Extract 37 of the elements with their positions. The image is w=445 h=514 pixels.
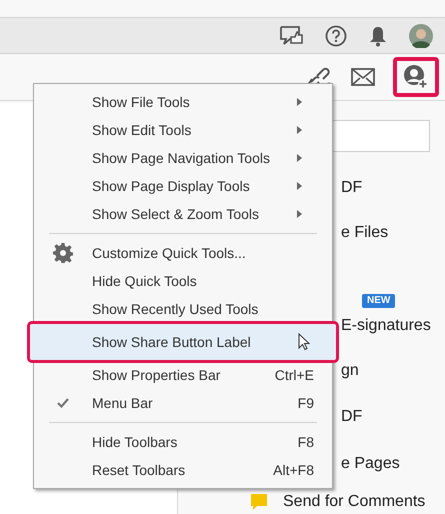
tool-label[interactable]: E-signatures bbox=[341, 314, 431, 338]
menu-item[interactable]: Customize Quick Tools... bbox=[34, 239, 332, 267]
mail-icon[interactable] bbox=[351, 68, 375, 86]
tool-label[interactable]: gn bbox=[341, 359, 359, 383]
avatar-icon[interactable] bbox=[409, 24, 433, 48]
menu-item[interactable]: Show Edit Tools bbox=[34, 116, 332, 144]
notification-bell-icon[interactable] bbox=[369, 24, 387, 46]
share-button[interactable] bbox=[393, 57, 439, 97]
shortcut-label: Ctrl+E bbox=[274, 366, 315, 384]
menu-item[interactable]: Show Recently Used Tools bbox=[34, 295, 332, 323]
menu-item[interactable]: Show Page Navigation Tools bbox=[34, 144, 332, 172]
help-icon[interactable] bbox=[325, 24, 347, 46]
shortcut-label: F9 bbox=[298, 394, 315, 412]
menu-item[interactable]: Reset Toolbars Alt+F8 bbox=[34, 456, 332, 484]
menu-item[interactable]: Menu Bar F9 bbox=[34, 389, 332, 417]
tool-label[interactable]: DF bbox=[341, 405, 362, 429]
gear-icon bbox=[53, 243, 73, 263]
tool-label[interactable]: e Files bbox=[341, 221, 388, 245]
add-user-icon bbox=[403, 64, 429, 90]
checkmark-icon bbox=[57, 398, 69, 408]
search-field[interactable] bbox=[330, 120, 430, 152]
menu-item[interactable]: Show Properties Bar Ctrl+E bbox=[34, 361, 332, 389]
menu-item[interactable]: Show Select & Zoom Tools bbox=[34, 200, 332, 228]
mouse-cursor-icon bbox=[298, 333, 310, 351]
menu-item[interactable]: Show Page Display Tools bbox=[34, 172, 332, 200]
comment-icon bbox=[249, 492, 269, 512]
tool-label[interactable]: e Pages bbox=[341, 452, 400, 476]
menu-item[interactable]: Hide Toolbars F8 bbox=[34, 428, 332, 456]
shortcut-label: Alt+F8 bbox=[273, 460, 315, 480]
feedback-icon[interactable] bbox=[279, 24, 303, 46]
tool-label[interactable]: DF bbox=[341, 176, 362, 200]
menu-item[interactable]: Show File Tools bbox=[34, 88, 332, 116]
new-badge: NEW bbox=[362, 294, 396, 308]
menu-item[interactable]: Show Share Button Label bbox=[30, 324, 336, 360]
shortcut-label: F8 bbox=[298, 432, 315, 452]
menu-item[interactable]: Hide Quick Tools bbox=[34, 267, 332, 295]
tool-label[interactable]: Send for Comments bbox=[283, 490, 426, 514]
